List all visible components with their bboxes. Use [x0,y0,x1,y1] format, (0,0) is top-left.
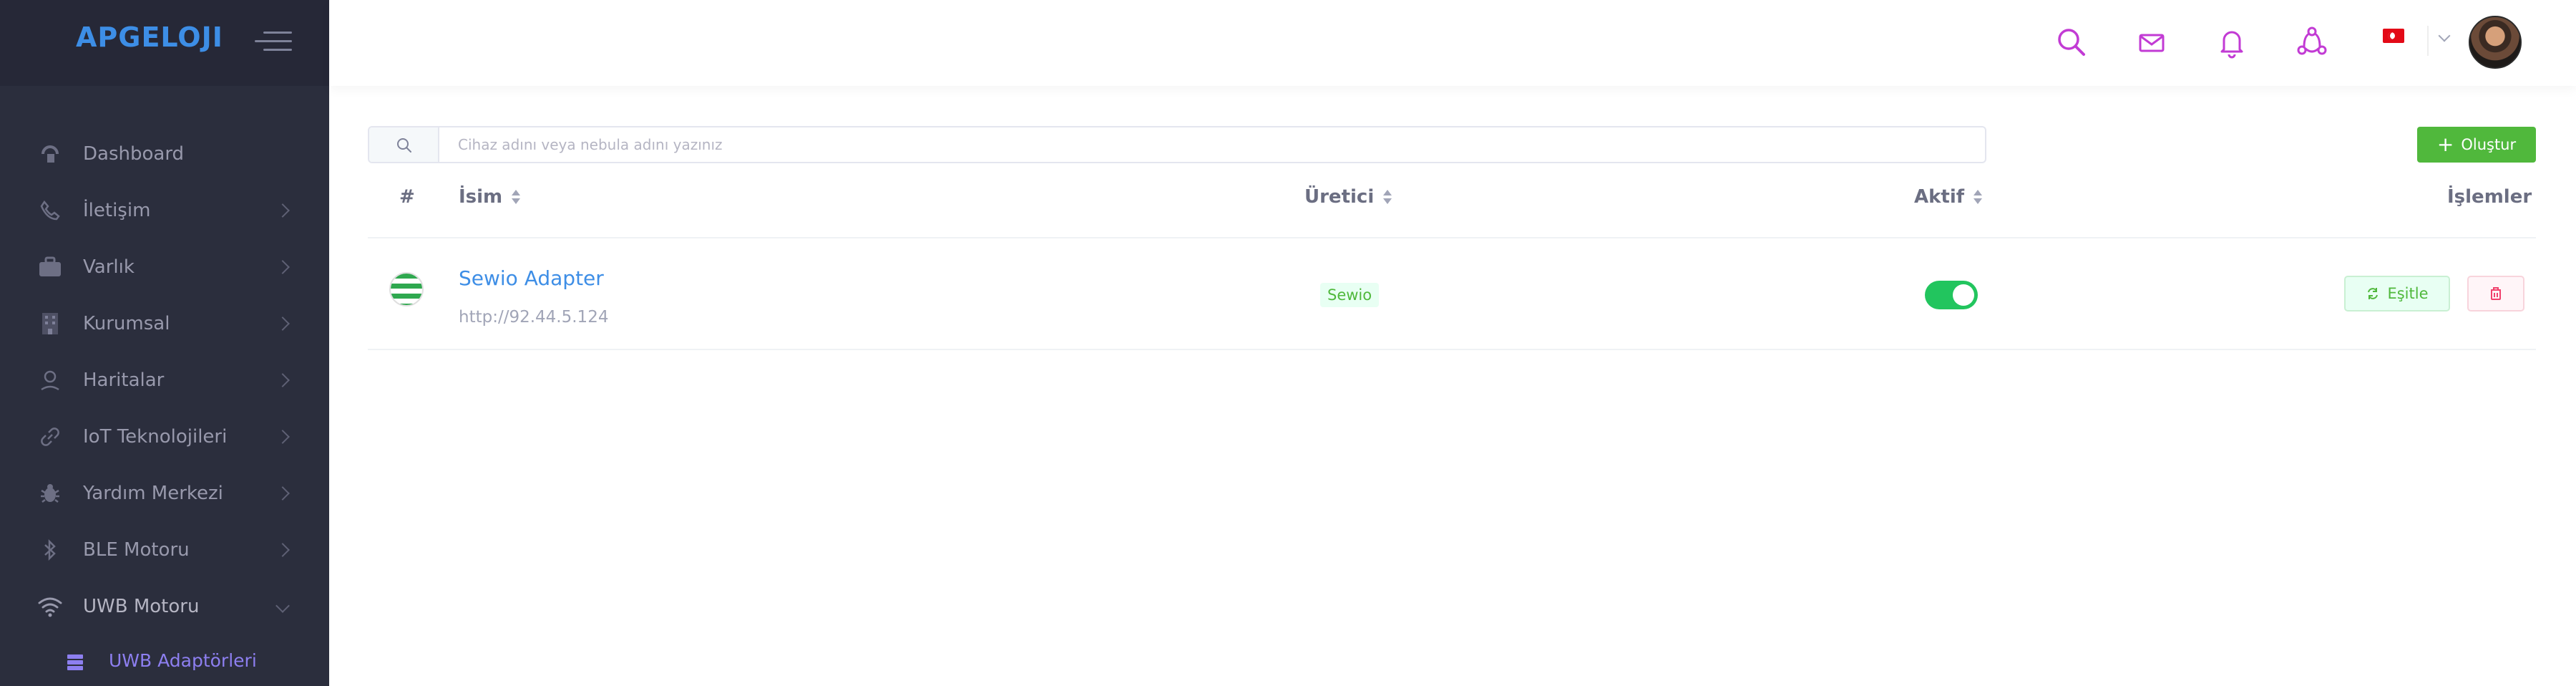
search-input[interactable] [439,127,1985,162]
link-icon [36,422,64,451]
table-divider [368,349,2536,350]
sync-button[interactable]: Eşitle [2344,276,2450,311]
sidebar: APGELOJI Dashboard İletişim Varlık Kurum… [0,0,329,686]
sidebar-item-label: Yardım Merkezi [83,482,223,504]
active-toggle[interactable] [1925,281,1978,309]
column-header-index: # [399,186,415,208]
sort-icon[interactable] [1382,188,1392,206]
sidebar-item-label: İletişim [83,199,151,221]
top-header [329,0,2576,86]
chevron-right-icon [275,316,290,331]
sidebar-item-haritalar[interactable]: Haritalar [0,352,329,408]
sidebar-item-iletisim[interactable]: İletişim [0,182,329,238]
search-icon [397,138,411,153]
delete-button[interactable] [2467,276,2524,311]
sidebar-item-label: BLE Motoru [83,538,190,561]
sidebar-item-label: Kurumsal [83,312,170,334]
sidebar-item-yardim-merkezi[interactable]: Yardım Merkezi [0,465,329,521]
manufacturer-badge: Sewio [1320,283,1380,307]
create-button-label: Oluştur [2461,136,2517,153]
mail-icon[interactable] [2134,24,2170,60]
sidebar-item-label: Dashboard [83,142,185,165]
bluetooth-icon [36,536,64,564]
create-button[interactable]: + Oluştur [2417,127,2536,163]
table-divider [368,237,2536,238]
app-logo[interactable]: APGELOJI [76,21,223,53]
header-divider [2427,26,2429,56]
sidebar-item-iot-teknolojileri[interactable]: IoT Teknolojileri [0,408,329,465]
sort-icon[interactable] [511,188,521,206]
column-header-label: # [399,186,415,208]
chevron-right-icon [275,372,290,387]
wifi-icon [36,592,64,621]
chevron-right-icon [275,542,290,557]
bell-icon[interactable] [2214,24,2250,60]
chevron-right-icon [275,203,290,218]
brand-area: APGELOJI [0,0,329,86]
sidebar-item-label: Haritalar [83,369,165,391]
sidebar-item-dashboard[interactable]: Dashboard [0,125,329,182]
sidebar-item-uwb-motoru[interactable]: UWB Motoru [0,578,329,634]
chevron-right-icon [275,259,290,274]
share-icon[interactable] [2294,24,2330,60]
sidebar-nav: Dashboard İletişim Varlık Kurumsal Harit… [0,125,329,634]
building-icon [36,309,64,338]
search-bar [368,126,1986,163]
column-header-actions: İşlemler [2447,186,2532,208]
adapter-url: http://92.44.5.124 [459,308,609,327]
chevron-right-icon [275,485,290,501]
column-header-name[interactable]: İsim [459,186,521,208]
adapter-logo [389,272,424,306]
refresh-icon [2368,288,2379,299]
column-header-label: İsim [459,186,503,208]
sidebar-item-varlik[interactable]: Varlık [0,238,329,295]
column-header-active[interactable]: Aktif [1914,186,1983,208]
plus-icon: + [2436,132,2454,156]
column-header-label: Aktif [1914,186,1965,208]
column-header-label: Üretici [1304,186,1375,208]
server-icon [66,653,84,672]
search-addon [369,127,439,162]
user-avatar[interactable] [2469,16,2522,69]
chevron-down-icon[interactable] [2438,29,2451,42]
column-header-label: İşlemler [2447,186,2532,208]
sidebar-subitem-uwb-adaptorleri[interactable]: UWB Adaptörleri [0,644,329,680]
sidebar-subitem-label: UWB Adaptörleri [109,650,257,671]
briefcase-icon [36,253,64,281]
sidebar-item-label: UWB Motoru [83,595,200,617]
trash-icon [2491,287,2501,300]
chevron-down-icon [275,599,290,613]
bug-icon [36,479,64,508]
dashboard-icon [36,140,64,168]
chevron-right-icon [275,429,290,444]
sort-icon[interactable] [1973,188,1983,206]
adapter-name-link[interactable]: Sewio Adapter [459,266,604,290]
sidebar-item-label: Varlık [83,256,135,278]
sidebar-item-ble-motoru[interactable]: BLE Motoru [0,521,329,578]
sidebar-item-kurumsal[interactable]: Kurumsal [0,295,329,352]
search-icon[interactable] [2054,24,2089,60]
sidebar-item-label: IoT Teknolojileri [83,425,228,448]
sync-button-label: Eşitle [2387,285,2429,302]
menu-toggle-icon[interactable] [255,29,292,54]
column-header-manufacturer[interactable]: Üretici [1304,186,1392,208]
map-pin-icon [36,366,64,395]
phone-icon [36,196,64,225]
turkey-flag-icon[interactable] [2383,29,2404,43]
